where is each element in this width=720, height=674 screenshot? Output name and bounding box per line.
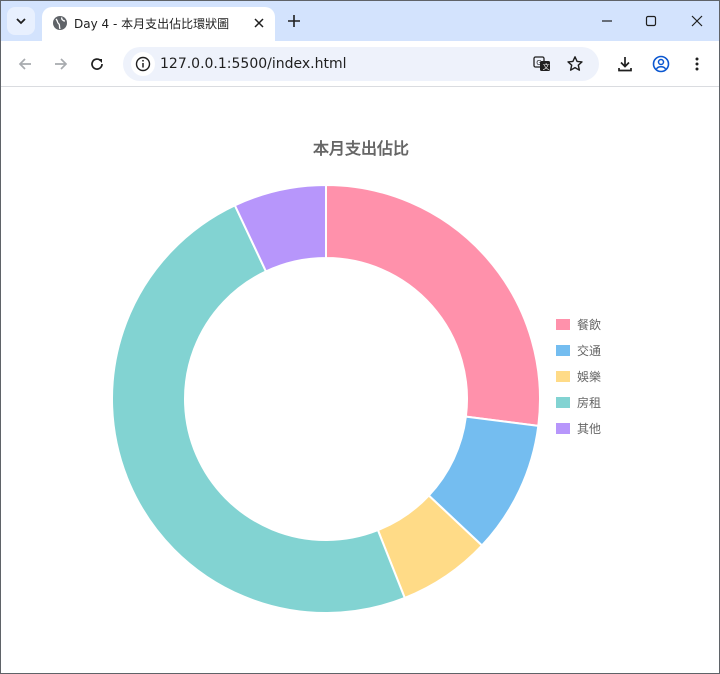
menu-button[interactable]	[685, 52, 709, 76]
address-bar[interactable]: 127.0.0.1:5500/index.html G文	[123, 47, 599, 81]
bookmark-button[interactable]	[565, 54, 585, 74]
chart-legend: 餐飲交通娛樂房租其他	[556, 317, 601, 436]
reload-button[interactable]	[85, 52, 109, 76]
window-close-button[interactable]	[687, 11, 707, 31]
forward-button[interactable]	[49, 52, 73, 76]
close-icon	[254, 18, 264, 28]
maximize-button[interactable]	[641, 11, 661, 31]
tab-search-button[interactable]	[7, 7, 35, 35]
chart-slices	[111, 183, 541, 614]
legend-swatch-2[interactable]	[556, 345, 570, 356]
active-tab[interactable]: Day 4 - 本月支出佔比環狀圖	[42, 7, 275, 41]
legend-swatch-1[interactable]	[556, 319, 570, 330]
new-tab-button[interactable]	[284, 11, 304, 31]
info-icon	[135, 56, 151, 72]
plus-icon	[288, 15, 300, 27]
download-icon	[618, 57, 632, 72]
url-text: 127.0.0.1:5500/index.html	[160, 56, 347, 72]
kebab-menu-icon	[695, 57, 699, 71]
svg-text:G: G	[536, 59, 541, 67]
profile-button[interactable]	[649, 52, 673, 76]
maximize-icon	[645, 15, 657, 27]
legend-label-2[interactable]: 交通	[577, 343, 601, 358]
translate-icon: G文	[533, 56, 550, 71]
doughnut-chart: 本月支出佔比 餐飲交通娛樂房租其他	[111, 139, 601, 614]
browser-window: Day 4 - 本月支出佔比環狀圖 127.0.0.1:5500/index.h…	[0, 0, 720, 674]
chart-slice-1[interactable]	[325, 183, 541, 427]
page-content: 本月支出佔比 餐飲交通娛樂房租其他	[1, 88, 719, 673]
tab-title: Day 4 - 本月支出佔比環狀圖	[74, 17, 230, 31]
legend-swatch-5[interactable]	[556, 423, 570, 434]
site-info-button[interactable]	[131, 52, 155, 76]
svg-text:文: 文	[543, 62, 550, 71]
legend-label-1[interactable]: 餐飲	[577, 317, 601, 332]
chart-slice-4[interactable]	[111, 204, 407, 614]
tab-close-button[interactable]	[251, 15, 267, 31]
arrow-left-icon	[18, 58, 31, 70]
star-icon	[567, 56, 583, 71]
arrow-right-icon	[55, 58, 68, 70]
reload-icon	[91, 58, 103, 70]
legend-swatch-3[interactable]	[556, 371, 570, 382]
chart-title: 本月支出佔比	[313, 139, 409, 158]
legend-label-3[interactable]: 娛樂	[577, 369, 601, 384]
profile-icon	[652, 55, 670, 73]
minimize-icon	[602, 20, 612, 22]
tab-strip: Day 4 - 本月支出佔比環狀圖	[1, 1, 719, 41]
chevron-down-icon	[16, 18, 26, 25]
translate-button[interactable]: G文	[532, 54, 552, 74]
back-button[interactable]	[13, 52, 37, 76]
globe-icon	[53, 16, 67, 30]
minimize-button-area[interactable]	[597, 11, 617, 31]
close-icon	[691, 15, 703, 27]
legend-label-5[interactable]: 其他	[577, 422, 601, 436]
legend-swatch-4[interactable]	[556, 397, 570, 408]
downloads-button[interactable]	[613, 52, 637, 76]
legend-label-4[interactable]: 房租	[577, 395, 601, 410]
browser-toolbar: 127.0.0.1:5500/index.html G文	[1, 41, 719, 87]
